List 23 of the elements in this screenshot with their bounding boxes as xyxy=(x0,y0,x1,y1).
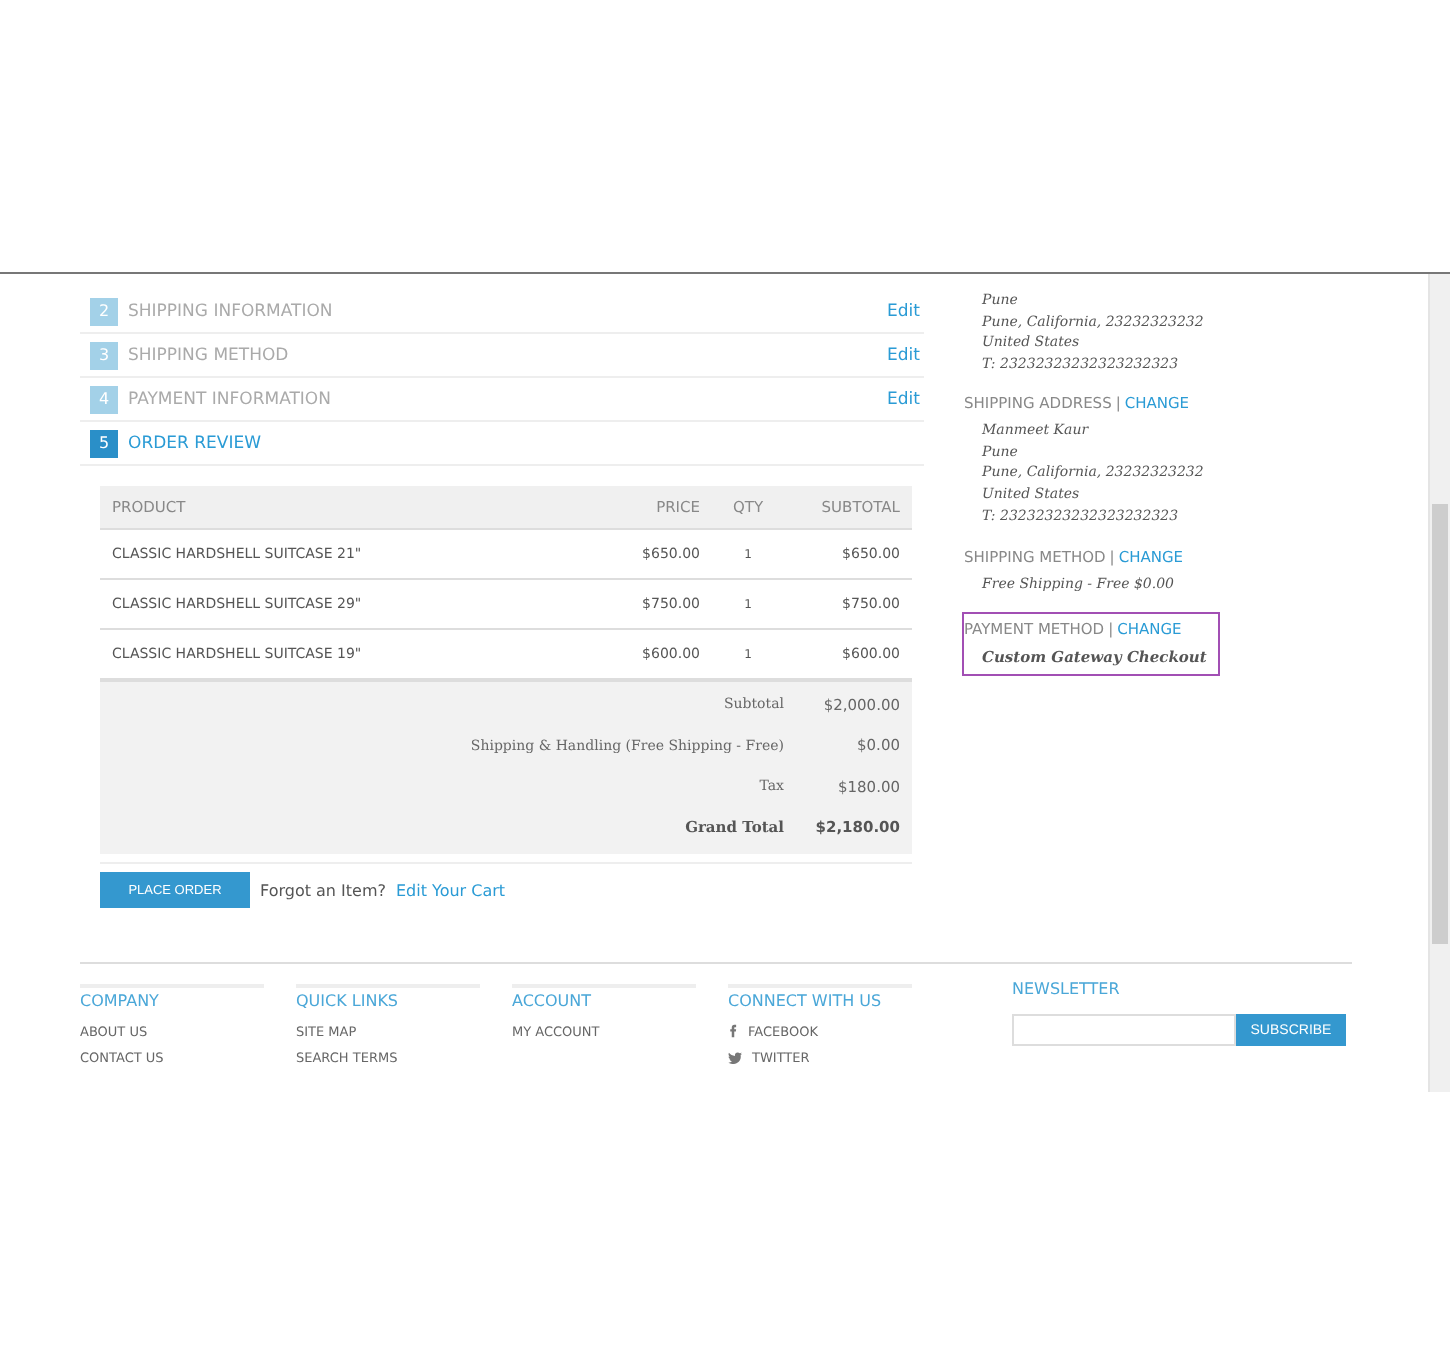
scrollbar-thumb[interactable] xyxy=(1432,504,1448,944)
step-number: 2 xyxy=(90,297,118,325)
footer-heading: CONNECT WITH US xyxy=(728,984,912,1010)
bird-icon[interactable] xyxy=(728,1051,742,1063)
footer-heading: QUICK LINKS xyxy=(296,984,480,1010)
edit-link[interactable]: Edit xyxy=(887,345,920,365)
email-field[interactable] xyxy=(1012,1014,1236,1046)
step-number: 5 xyxy=(90,429,118,457)
step-number: 4 xyxy=(90,385,118,413)
facebook-icon[interactable] xyxy=(728,1024,738,1038)
scrollbar[interactable] xyxy=(1428,274,1450,1092)
footer-heading: ACCOUNT xyxy=(512,984,696,1010)
edit-link[interactable]: Edit xyxy=(887,301,920,321)
edit-cart-link[interactable]: Edit Your Cart xyxy=(395,881,506,899)
step-title[interactable]: SHIPPING INFORMATION xyxy=(128,301,888,321)
forgot-text: Forgot an Item? xyxy=(260,881,386,899)
step-number: 3 xyxy=(90,341,118,369)
newsletter-heading: NEWSLETTER xyxy=(1012,980,1122,998)
edit-link[interactable]: Edit xyxy=(887,389,920,409)
step-title[interactable]: PAYMENT INFORMATION xyxy=(128,389,888,409)
step-title[interactable]: ORDER REVIEW xyxy=(128,433,924,453)
step-title[interactable]: SHIPPING METHOD xyxy=(128,345,888,365)
footer-heading: COMPANY xyxy=(80,984,264,1010)
